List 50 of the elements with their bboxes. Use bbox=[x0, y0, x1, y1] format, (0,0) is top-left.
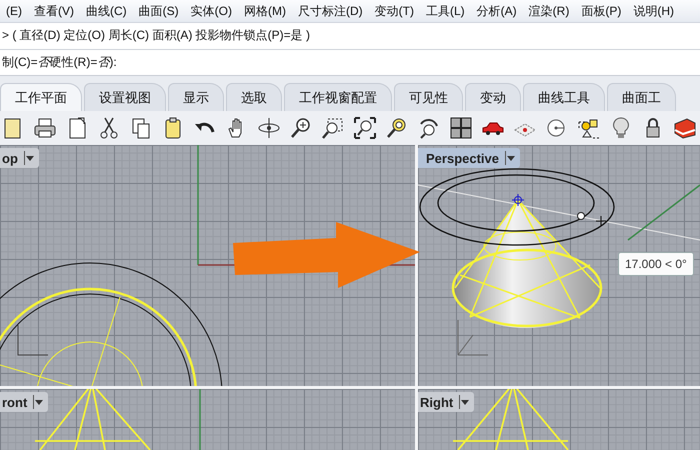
menu-item[interactable]: 曲面(S) bbox=[132, 2, 185, 20]
tab[interactable]: 工作视窗配置 bbox=[284, 83, 392, 111]
zoom-extents-icon[interactable] bbox=[353, 116, 377, 140]
viewport[interactable]: op bbox=[0, 145, 415, 386]
viewport[interactable]: Perspective 17.000 < 0° bbox=[415, 145, 700, 386]
zoom-window-icon[interactable] bbox=[321, 116, 345, 140]
menu-item[interactable]: 渲染(R) bbox=[522, 2, 576, 20]
menu-item[interactable]: 实体(O) bbox=[184, 2, 238, 20]
menu-item[interactable]: (E) bbox=[0, 4, 28, 18]
tab[interactable]: 曲面工 bbox=[607, 83, 676, 111]
caret-icon[interactable] bbox=[26, 156, 34, 160]
viewport-label: Right bbox=[420, 394, 454, 410]
axis-icon bbox=[458, 320, 488, 356]
tab[interactable]: 工作平面 bbox=[0, 83, 82, 111]
menu-item[interactable]: 说明(H) bbox=[627, 2, 680, 20]
tab[interactable]: 设置视图 bbox=[84, 83, 166, 111]
coordinate-tooltip: 17.000 < 0° bbox=[618, 252, 694, 276]
rotate-icon[interactable] bbox=[257, 116, 281, 140]
menu-item[interactable]: 查看(V) bbox=[28, 2, 80, 20]
command-history: > ( 直径(D) 定位(O) 周长(C) 面积(A) 投影物件锁点(P)=是 ) bbox=[1, 27, 311, 44]
viewport-title[interactable]: ront bbox=[0, 392, 48, 412]
tab[interactable]: 选取 bbox=[226, 83, 282, 111]
tab[interactable]: 可见性 bbox=[394, 83, 463, 111]
tab[interactable]: 曲线工具 bbox=[523, 83, 605, 111]
tab[interactable]: 显示 bbox=[168, 83, 224, 111]
printer-icon[interactable] bbox=[33, 116, 57, 140]
menu-item[interactable]: 网格(M) bbox=[238, 2, 292, 20]
menu-item[interactable]: 分析(A) bbox=[470, 2, 523, 20]
viewport-label: op bbox=[2, 150, 18, 166]
menu-item[interactable]: 面板(P) bbox=[575, 2, 628, 20]
command-prompt[interactable]: 制(C)=否硬性(R)=否): bbox=[0, 48, 700, 75]
axis-icon bbox=[18, 324, 48, 356]
layers-icon[interactable] bbox=[673, 116, 697, 140]
viewport[interactable]: Right bbox=[415, 386, 700, 450]
viewport-label: ront bbox=[2, 394, 28, 410]
menu-item[interactable]: 尺寸标注(D) bbox=[292, 2, 369, 20]
menu-item[interactable]: 工具(L) bbox=[420, 2, 471, 20]
caret-icon[interactable] bbox=[35, 400, 44, 404]
viewport-title[interactable]: op bbox=[0, 148, 39, 168]
caret-icon[interactable] bbox=[507, 156, 515, 160]
four-viewports-icon[interactable] bbox=[449, 116, 473, 140]
viewport-title[interactable]: Perspective bbox=[418, 148, 520, 168]
viewport[interactable]: ront bbox=[0, 386, 415, 450]
menu-item[interactable]: 变动(T) bbox=[368, 2, 420, 20]
menu-item[interactable]: 曲线(C) bbox=[80, 2, 133, 20]
tab[interactable]: 变动 bbox=[465, 83, 521, 111]
z-axis-line bbox=[199, 389, 201, 450]
viewport-label: Perspective bbox=[426, 150, 499, 166]
caret-icon[interactable] bbox=[461, 400, 470, 404]
viewport-title[interactable]: Right bbox=[418, 392, 474, 412]
